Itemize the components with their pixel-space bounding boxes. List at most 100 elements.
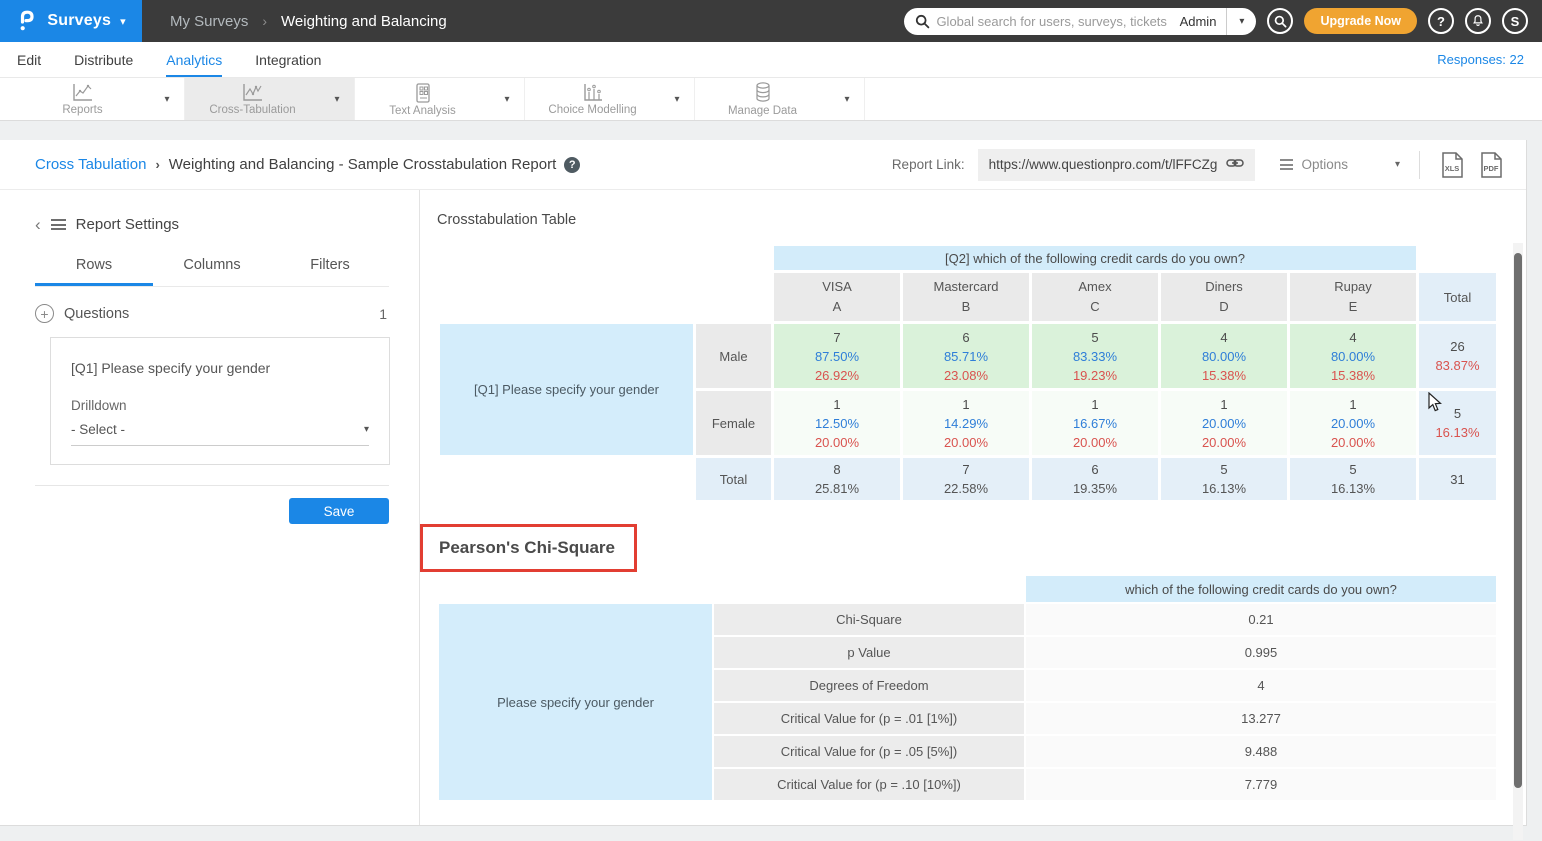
col-code: E [1290,297,1416,317]
col-pct: 20.00% [1290,433,1416,452]
chi-value-crit-1pct: 13.277 [1026,703,1496,734]
menu-item-integration[interactable]: Integration [255,42,321,77]
spacer [440,273,693,321]
search-button[interactable] [1267,8,1293,34]
tab-choice-modelling-caret[interactable]: ▾ [660,78,694,120]
tab-reports-caret[interactable]: ▾ [150,78,184,120]
chi-value-p-value: 0.995 [1026,637,1496,668]
tab-text-analysis-label: Text Analysis [389,105,455,117]
chi-label-p-value: p Value [714,637,1024,668]
count: 1 [1032,395,1158,414]
cell-female-amex: 116.67%20.00% [1032,391,1158,455]
count: 7 [774,328,900,347]
scatter-chart-icon [581,82,604,103]
drilldown-label: Drilldown [71,398,369,413]
cell-male-amex: 583.33%19.23% [1032,324,1158,388]
tab-cross-tabulation-caret[interactable]: ▾ [320,78,354,120]
count: 1 [1161,395,1287,414]
drilldown-select[interactable]: - Select - ▾ [71,422,369,446]
cross-tabulation-link[interactable]: Cross Tabulation [35,156,146,173]
count: 4 [1161,328,1287,347]
row-header-total: Total [696,458,771,500]
export-xls-button[interactable]: XLS [1439,151,1465,179]
chi-value-crit-10pct: 7.779 [1026,769,1496,800]
tab-manage-data-label: Manage Data [728,105,797,117]
top-bar: Surveys ▾ My Surveys › Weighting and Bal… [0,0,1542,42]
col-pct: 15.38% [1290,366,1416,385]
tab-reports[interactable]: Reports ▾ [15,78,185,120]
col-pct: 20.00% [1161,433,1287,452]
upgrade-now-button[interactable]: Upgrade Now [1304,8,1417,34]
count: 5 [1161,460,1287,479]
product-caret-icon: ▾ [120,15,126,28]
cell-female-total: 516.13% [1419,391,1496,455]
collapse-chevron-icon[interactable]: ‹ [35,216,41,233]
chi-label-crit-5pct: Critical Value for (p = .05 [5%]) [714,736,1024,767]
tab-reports-main: Reports [15,78,150,120]
row-header-male: Male [696,324,771,388]
spacer [714,576,1024,602]
tab-rows[interactable]: Rows [35,257,153,286]
report-header: Cross Tabulation › Weighting and Balanci… [0,140,1526,190]
breadcrumb-separator-icon: › [262,13,267,29]
col-pct: 20.00% [774,433,900,452]
cell-total-amex: 619.35% [1032,458,1158,500]
link-icon[interactable] [1226,156,1244,174]
col-header-diners: DinersD [1161,273,1287,321]
menu-item-edit[interactable]: Edit [17,42,41,77]
menu-item-distribute[interactable]: Distribute [74,42,133,77]
add-question-button[interactable]: + [35,304,54,323]
question-text: [Q1] Please specify your gender [71,360,369,376]
spacer [440,246,693,270]
count: 26 [1419,337,1496,356]
help-button[interactable]: ? [1428,8,1454,34]
report-help-icon[interactable]: ? [564,157,580,173]
tab-cross-tabulation-main: Cross-Tabulation [185,78,320,120]
tab-text-analysis-main: Text Analysis [355,78,490,120]
app-logo[interactable]: Surveys ▾ [0,0,142,42]
menu-item-analytics[interactable]: Analytics [166,42,222,77]
save-button[interactable]: Save [289,498,389,524]
tab-manage-data-caret[interactable]: ▾ [830,78,864,120]
export-pdf-button[interactable]: PDF [1478,151,1504,179]
report-url-box[interactable]: https://www.questionpro.com/t/lFFCZg [978,149,1256,181]
scrollbar-thumb[interactable] [1514,253,1522,788]
row-pct: 80.00% [1290,347,1416,366]
admin-scope-dropdown[interactable]: ▾ [1226,8,1256,35]
spacer [696,246,771,270]
caret-down-icon: ▾ [164,94,169,105]
user-avatar[interactable]: S [1502,8,1528,34]
cell-total-mastercard: 722.58% [903,458,1029,500]
tab-filters[interactable]: Filters [271,257,389,286]
tab-choice-modelling-label: Choice Modelling [548,104,636,116]
divider [35,485,389,486]
caret-down-icon: ▾ [844,94,849,105]
report-link-label: Report Link: [892,157,965,172]
questions-row: + Questions 1 [35,304,389,323]
search-input[interactable] [936,14,1175,29]
hamburger-icon[interactable] [51,219,66,230]
col-pct: 15.38% [1161,366,1287,385]
tab-text-analysis-caret[interactable]: ▾ [490,78,524,120]
spacer [440,458,693,500]
global-search: Admin ▾ [904,8,1256,35]
breadcrumb-my-surveys[interactable]: My Surveys [170,13,248,30]
col-name: Mastercard [903,277,1029,297]
tab-text-analysis[interactable]: Text Analysis ▾ [355,78,525,120]
tab-manage-data[interactable]: Manage Data ▾ [695,78,865,120]
cell-male-visa: 787.50%26.92% [774,324,900,388]
options-caret[interactable]: ▾ [1395,159,1400,170]
col-header-rupay: RupayE [1290,273,1416,321]
col-name: Diners [1161,277,1287,297]
notifications-button[interactable] [1465,8,1491,34]
tab-columns[interactable]: Columns [153,257,271,286]
count: 7 [903,460,1029,479]
chi-value-dof: 4 [1026,670,1496,701]
count: 4 [1290,328,1416,347]
options-button[interactable]: Options [1280,157,1348,172]
tab-cross-tabulation[interactable]: Cross-Tabulation ▾ [185,78,355,120]
tab-choice-modelling[interactable]: Choice Modelling ▾ [525,78,695,120]
vertical-scrollbar[interactable] [1513,243,1523,840]
count: 5 [1419,404,1496,423]
topbar-breadcrumb: My Surveys › Weighting and Balancing [170,13,447,30]
